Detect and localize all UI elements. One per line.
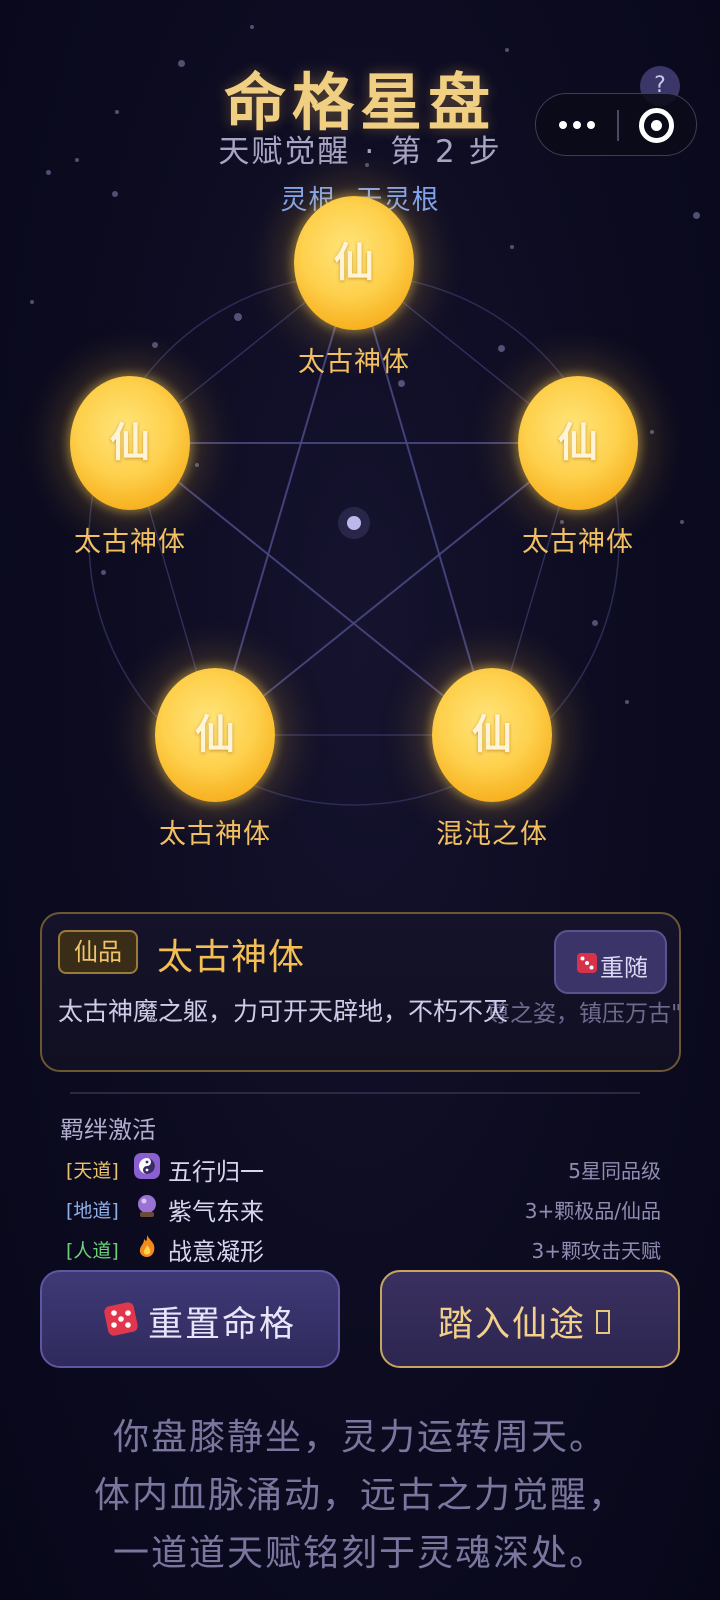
bond-row: [人道] 战意凝形 3+颗攻击天赋 [66, 1232, 661, 1266]
talent-orb-bottom-left[interactable]: 仙 [155, 668, 275, 802]
bond-tag: [天道] [66, 1160, 119, 1182]
narration-line: 你盘膝静坐，灵力运转周天。 [112, 1417, 607, 1458]
chart-center-halo [338, 507, 370, 539]
orb-label-bottom-left: 太古神体 [159, 819, 271, 850]
subtitle-separator: · [364, 134, 377, 170]
orb-glyph: 仙 [472, 712, 512, 758]
star-chart-screen: 命格星盘 天赋觉醒 · 第 2 步 灵根· 天灵根 ? 仙 太古神体 仙 太古神体 … [0, 0, 720, 1600]
pentagram-line [214, 262, 355, 736]
reroll-button[interactable]: 重随 [554, 930, 667, 994]
reset-fate-label: 重置命格 [148, 1305, 297, 1345]
narration-line: 体内血脉涌动，远古之力觉醒， [93, 1475, 626, 1516]
bond-condition: 3+颗极品/仙品 [524, 1199, 661, 1223]
bond-row: [地道] 紫气东来 3+颗极品/仙品 [66, 1192, 661, 1226]
more-dots-icon[interactable] [559, 112, 599, 138]
bond-row: [天道] 五行归一 5星同品级 [66, 1152, 661, 1186]
enter-path-label: 踏入仙途 [438, 1305, 587, 1345]
bond-name: 战意凝形 [168, 1238, 264, 1266]
step-indicator: 第 2 步 [390, 134, 502, 170]
reroll-label: 重随 [600, 954, 648, 982]
orb-label-left: 太古神体 [74, 527, 186, 558]
bond-tag: [地道] [66, 1200, 119, 1222]
arrow-icon [596, 1310, 610, 1334]
talent-orb-bottom-right[interactable]: 仙 [432, 668, 552, 802]
orb-glyph: 仙 [110, 420, 150, 466]
talent-orb-right[interactable]: 仙 [518, 376, 638, 510]
bond-tag: [人道] [66, 1240, 119, 1262]
orb-glyph: 仙 [558, 420, 598, 466]
bond-name: 五行归一 [168, 1158, 264, 1186]
enter-path-button[interactable]: 踏入仙途 [380, 1270, 680, 1368]
reset-fate-button[interactable]: 重置命格 [40, 1270, 340, 1368]
divider [70, 1092, 640, 1094]
miniprogram-capsule [535, 93, 697, 156]
bond-name: 紫气东来 [168, 1198, 264, 1226]
dice-icon [104, 1302, 138, 1336]
narration-line: 一道道天赋铭刻于灵魂深处。 [112, 1533, 607, 1574]
orb-label-top: 太古神体 [298, 347, 410, 378]
talent-detail-card: 仙品 太古神体 尊之姿，镇压万古" 太古神魔之躯，力可开天辟地，不朽不灭 重随 [40, 912, 682, 1072]
fire-icon [139, 1235, 155, 1257]
orb-glyph: 仙 [195, 712, 235, 758]
dice-icon [577, 953, 597, 973]
orb-label-right: 太古神体 [522, 527, 634, 558]
orb-label-bottom-right: 混沌之体 [436, 819, 548, 850]
talent-orb-left[interactable]: 仙 [70, 376, 190, 510]
talent-description-overflow: 尊之姿，镇压万古" [487, 1001, 682, 1027]
yin-yang-icon [134, 1153, 160, 1179]
talent-orb-top[interactable]: 仙 [294, 196, 414, 330]
pentagram-line [353, 262, 493, 736]
talent-description: 太古神魔之躯，力可开天辟地，不朽不灭 [58, 997, 509, 1026]
target-close-icon[interactable] [639, 108, 674, 143]
orb-glyph: 仙 [334, 240, 374, 286]
bond-condition: 3+颗攻击天赋 [531, 1239, 661, 1263]
bond-condition: 5星同品级 [568, 1159, 661, 1183]
grade-badge: 仙品 [58, 930, 138, 974]
stage-name: 天赋觉醒 [218, 134, 351, 170]
talent-name: 太古神体 [157, 937, 306, 978]
crystal-ball-icon [138, 1195, 156, 1217]
capsule-divider [617, 110, 619, 141]
bonds-title: 羁绊激活 [60, 1116, 156, 1144]
